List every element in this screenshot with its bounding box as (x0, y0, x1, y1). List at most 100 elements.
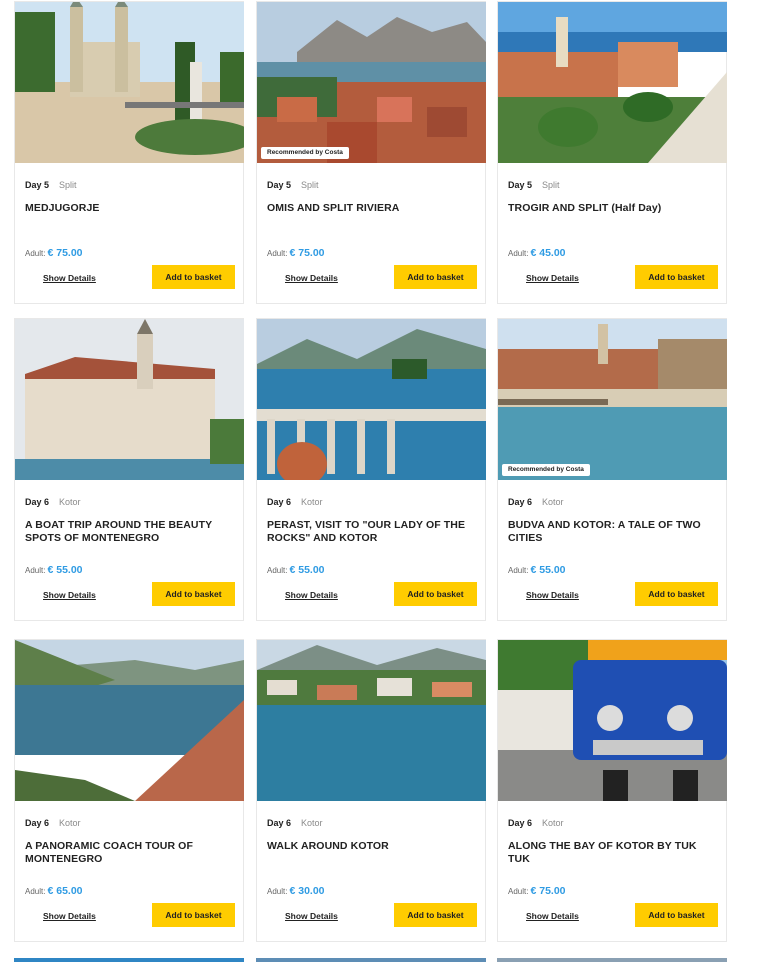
add-to-basket-button[interactable]: Add to basket (152, 903, 235, 927)
price-label: Adult: (25, 566, 46, 575)
excursion-title: A BOAT TRIP AROUND THE BEAUTY SPOTS OF M… (25, 519, 213, 544)
excursion-title: BUDVA AND KOTOR: A TALE OF TWO CITIES (508, 519, 701, 544)
show-details-link[interactable]: Show Details (285, 590, 338, 601)
trip-meta: Day 5 Split (267, 179, 319, 191)
show-details-link[interactable]: Show Details (526, 273, 579, 284)
price-label: Adult: (508, 566, 529, 575)
excursion-card: Day 6 Kotor PERAST, VISIT TO "OUR LADY OF… (256, 318, 486, 621)
add-to-basket-button[interactable]: Add to basket (635, 903, 718, 927)
price-line: Adult: € 75.00 (25, 247, 83, 260)
trip-meta: Day 6 Kotor (267, 817, 323, 829)
excursion-card: Day 6 Kotor ALONG THE BAY OF KOTOR BY TUK… (497, 639, 727, 942)
city-label: Kotor (301, 818, 323, 828)
excursion-photo[interactable] (257, 319, 486, 480)
excursion-card: Day 6 Kotor WALK AROUND KOTOR Adult: € 30.… (256, 639, 486, 942)
price-line: Adult: € 65.00 (25, 885, 83, 898)
day-label: Day 5 (25, 180, 50, 190)
add-to-basket-button[interactable]: Add to basket (635, 582, 718, 606)
city-label: Split (542, 180, 560, 190)
price-label: Adult: (267, 566, 288, 575)
trip-meta: Day 6 Kotor (508, 817, 564, 829)
trip-meta: Day 6 Kotor (508, 496, 564, 508)
price-label: Adult: (25, 249, 46, 258)
price-line: Adult: € 55.00 (267, 564, 325, 577)
next-card-photo-edge (497, 958, 727, 962)
excursion-card: Day 6 Kotor A BOAT TRIP AROUND THE BEAUTY… (14, 318, 244, 621)
day-label: Day 6 (508, 497, 533, 507)
city-label: Kotor (59, 818, 81, 828)
add-to-basket-button[interactable]: Add to basket (394, 903, 477, 927)
next-card-photo-edge (256, 958, 486, 962)
excursion-title: MEDJUGORJE (25, 202, 100, 214)
trip-meta: Day 6 Kotor (25, 496, 81, 508)
day-label: Day 6 (508, 818, 533, 828)
recommended-badge: Recommended by Costa (261, 146, 349, 159)
price-label: Adult: (508, 887, 529, 896)
excursion-card: Day 5 Split MEDJUGORJE Adult: € 75.00 Show… (14, 1, 244, 304)
day-label: Day 6 (25, 818, 50, 828)
add-to-basket-button[interactable]: Add to basket (394, 265, 477, 289)
price-amount: € 65.00 (47, 885, 83, 897)
day-label: Day 6 (267, 497, 292, 507)
excursion-title: OMIS AND SPLIT RIVIERA (267, 202, 400, 214)
price-line: Adult: € 75.00 (267, 247, 325, 260)
day-label: Day 6 (267, 818, 292, 828)
price-amount: € 75.00 (47, 247, 83, 259)
city-label: Kotor (301, 497, 323, 507)
add-to-basket-button[interactable]: Add to basket (152, 582, 235, 606)
excursion-card: Day 6 Kotor A PANORAMIC COACH TOUR OF MON… (14, 639, 244, 942)
excursion-title: A PANORAMIC COACH TOUR OF MONTENEGRO (25, 840, 193, 865)
excursion-photo[interactable] (498, 2, 727, 163)
show-details-link[interactable]: Show Details (285, 911, 338, 922)
excursion-title: PERAST, VISIT TO "OUR LADY OF THE ROCKS"… (267, 519, 466, 544)
excursion-title: ALONG THE BAY OF KOTOR BY TUK TUK (508, 840, 697, 865)
show-details-link[interactable]: Show Details (43, 911, 96, 922)
show-details-link[interactable]: Show Details (43, 590, 96, 601)
show-details-link[interactable]: Show Details (526, 911, 579, 922)
add-to-basket-button[interactable]: Add to basket (152, 265, 235, 289)
price-amount: € 55.00 (47, 564, 83, 576)
price-label: Adult: (25, 887, 46, 896)
price-label: Adult: (508, 249, 529, 258)
price-amount: € 75.00 (289, 247, 325, 259)
price-label: Adult: (267, 887, 288, 896)
trip-meta: Day 5 Split (25, 179, 77, 191)
excursion-title: TROGIR AND SPLIT (Half Day) (508, 202, 662, 214)
price-amount: € 55.00 (289, 564, 325, 576)
show-details-link[interactable]: Show Details (526, 590, 579, 601)
price-amount: € 75.00 (530, 885, 566, 897)
excursion-photo[interactable] (15, 319, 244, 480)
add-to-basket-button[interactable]: Add to basket (635, 265, 718, 289)
price-line: Adult: € 75.00 (508, 885, 566, 898)
price-line: Adult: € 55.00 (508, 564, 566, 577)
excursion-card: Day 5 Split TROGIR AND SPLIT (Half Day) A… (497, 1, 727, 304)
price-line: Adult: € 55.00 (25, 564, 83, 577)
excursion-card: Recommended by Costa Day 6 Kotor BUDVA AN… (497, 318, 727, 621)
excursion-photo[interactable] (498, 640, 727, 801)
price-amount: € 55.00 (530, 564, 566, 576)
excursion-photo[interactable] (15, 640, 244, 801)
day-label: Day 5 (508, 180, 533, 190)
trip-meta: Day 5 Split (508, 179, 560, 191)
excursion-photo[interactable]: Recommended by Costa (257, 2, 486, 163)
trip-meta: Day 6 Kotor (267, 496, 323, 508)
excursion-card: Recommended by Costa Day 5 Split OMIS AND… (256, 1, 486, 304)
city-label: Kotor (542, 497, 564, 507)
excursion-photo[interactable] (15, 2, 244, 163)
excursion-title: WALK AROUND KOTOR (267, 840, 389, 852)
add-to-basket-button[interactable]: Add to basket (394, 582, 477, 606)
day-label: Day 5 (267, 180, 292, 190)
city-label: Split (301, 180, 319, 190)
recommended-badge: Recommended by Costa (502, 463, 590, 476)
city-label: Kotor (59, 497, 81, 507)
excursion-photo[interactable]: Recommended by Costa (498, 319, 727, 480)
show-details-link[interactable]: Show Details (43, 273, 96, 284)
show-details-link[interactable]: Show Details (285, 273, 338, 284)
day-label: Day 6 (25, 497, 50, 507)
price-amount: € 45.00 (530, 247, 566, 259)
city-label: Kotor (542, 818, 564, 828)
price-line: Adult: € 45.00 (508, 247, 566, 260)
excursion-photo[interactable] (257, 640, 486, 801)
price-amount: € 30.00 (289, 885, 325, 897)
trip-meta: Day 6 Kotor (25, 817, 81, 829)
